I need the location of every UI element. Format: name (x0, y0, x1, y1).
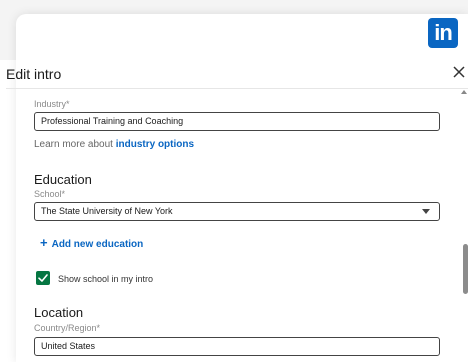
header-divider (6, 88, 468, 89)
scrollbar-thumb[interactable] (463, 244, 468, 294)
add-new-education-button[interactable]: + Add new education (40, 235, 143, 250)
linkedin-logo-icon[interactable]: in (428, 18, 458, 48)
industry-input[interactable]: Professional Training and Coaching (34, 112, 440, 131)
chevron-down-icon (422, 209, 430, 214)
plus-icon: + (40, 235, 48, 250)
show-school-label: Show school in my intro (58, 274, 154, 284)
modal-title: Edit intro (6, 66, 62, 82)
location-heading: Location (34, 305, 84, 320)
show-school-checkbox[interactable] (36, 271, 50, 285)
school-select[interactable]: The State University of New York (34, 202, 440, 221)
scroll-up-arrow-icon[interactable] (461, 90, 467, 94)
country-label: Country/Region* (34, 323, 101, 333)
add-new-education-label: Add new education (51, 239, 144, 250)
country-input[interactable]: United States (34, 337, 440, 356)
industry-options-link[interactable]: industry options (116, 139, 194, 150)
industry-help-prefix: Learn more about (34, 139, 116, 150)
school-label: School* (34, 189, 66, 199)
school-select-value: The State University of New York (41, 206, 173, 216)
checkmark-icon (38, 274, 48, 282)
industry-help-text: Learn more about industry options (34, 139, 194, 150)
industry-label: Industry* (34, 99, 70, 109)
education-heading: Education (34, 172, 92, 187)
modal-card (16, 14, 468, 362)
close-icon[interactable] (449, 62, 468, 82)
